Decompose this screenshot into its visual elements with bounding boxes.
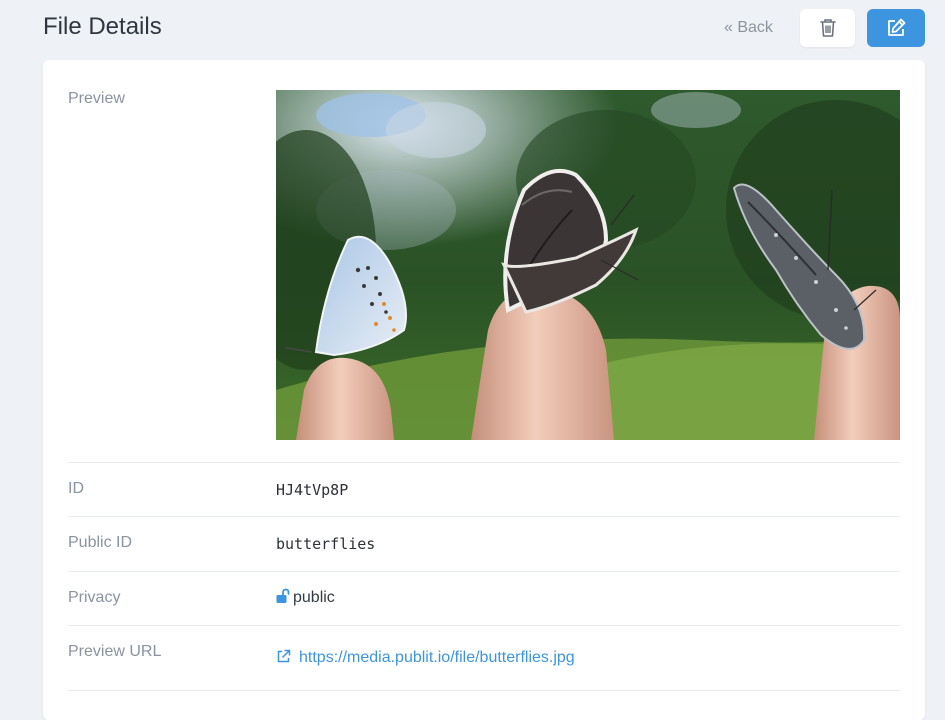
divider: [68, 462, 900, 463]
public-id-value: butterflies: [276, 535, 376, 553]
privacy-value: public: [293, 589, 335, 606]
divider: [68, 690, 900, 691]
back-link[interactable]: « Back: [724, 19, 773, 37]
edit-icon: [888, 18, 906, 36]
id-value: HJ4tVp8P: [276, 481, 349, 499]
trash-icon: [819, 19, 836, 37]
page-title: File Details: [43, 13, 162, 40]
external-link-icon: [277, 649, 291, 663]
page-header: File Details « Back: [0, 0, 945, 60]
preview-image[interactable]: [276, 90, 900, 440]
preview-url-link[interactable]: https://media.publit.io/file/butterflies…: [299, 649, 575, 666]
divider: [68, 571, 900, 572]
divider: [68, 516, 900, 517]
id-label: ID: [68, 480, 84, 497]
edit-button[interactable]: [867, 9, 925, 47]
delete-button[interactable]: [800, 9, 855, 47]
unlock-icon: [276, 588, 290, 603]
butterflies-photo: [276, 90, 900, 440]
file-details-card: Preview ID HJ4tVp8P Public ID butterflie…: [43, 60, 925, 720]
divider: [68, 625, 900, 626]
privacy-value-group: public: [276, 588, 335, 607]
privacy-label: Privacy: [68, 589, 121, 606]
preview-url-label: Preview URL: [68, 643, 162, 660]
preview-url-group: https://media.publit.io/file/butterflies…: [276, 649, 575, 667]
public-id-label: Public ID: [68, 534, 133, 551]
preview-label: Preview: [68, 90, 125, 107]
